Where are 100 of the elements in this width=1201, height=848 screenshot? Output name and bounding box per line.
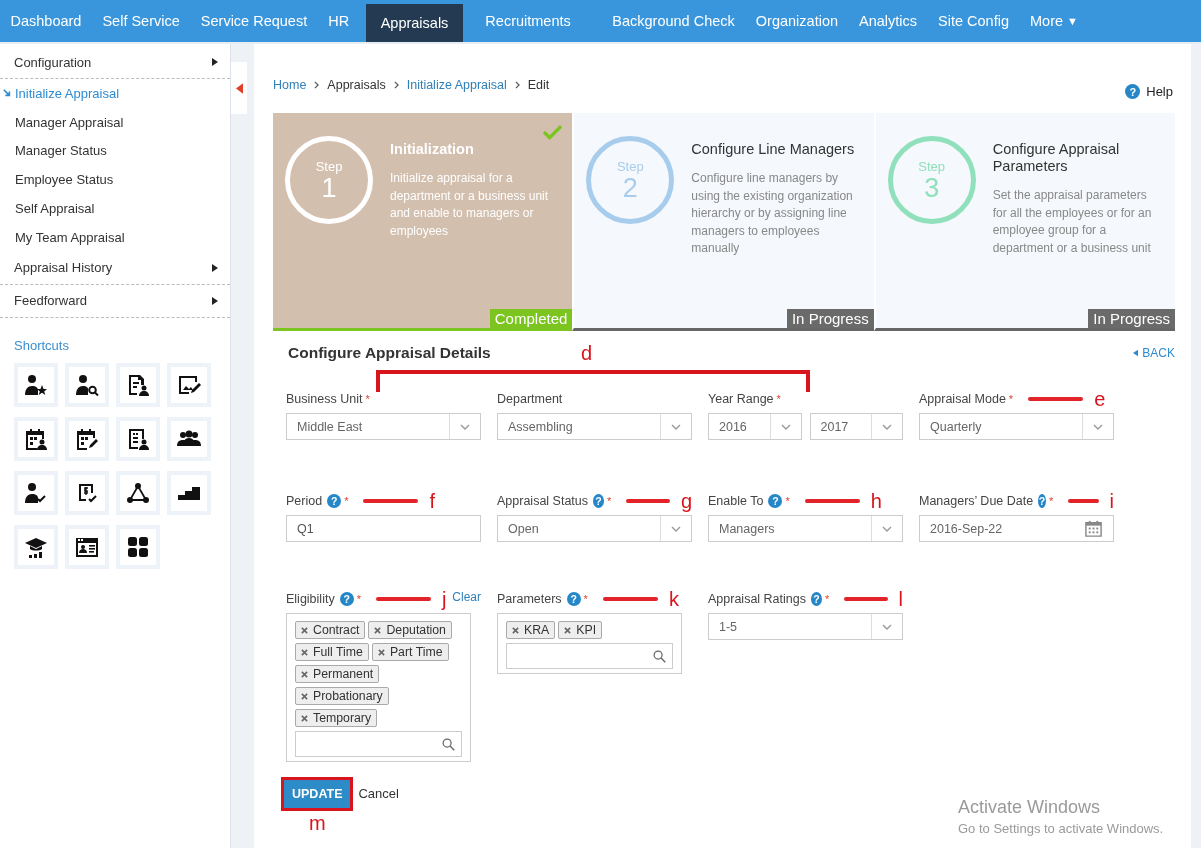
cancel-link[interactable]: Cancel xyxy=(358,786,399,801)
remove-icon[interactable] xyxy=(374,626,382,634)
sidebar-item[interactable]: Manager Appraisal xyxy=(0,107,230,137)
select-field[interactable]: Open xyxy=(497,515,692,542)
expand-arrow-icon xyxy=(212,263,218,272)
search-field[interactable] xyxy=(506,643,673,669)
shortcut-button[interactable] xyxy=(14,362,58,407)
remove-icon[interactable] xyxy=(512,626,519,634)
remove-icon[interactable] xyxy=(564,626,572,634)
remove-icon[interactable] xyxy=(301,648,308,656)
collapse-handle[interactable] xyxy=(231,62,247,114)
tag-chip[interactable]: Deputation xyxy=(368,621,452,639)
remove-icon[interactable] xyxy=(301,714,308,722)
required-mark: * xyxy=(344,495,349,507)
tag-chip[interactable]: Part Time xyxy=(371,643,449,661)
sidebar-item[interactable]: Employee Status xyxy=(0,165,230,195)
nav-tab[interactable]: Service Request xyxy=(190,0,318,42)
tag-chip[interactable]: Permanent xyxy=(295,665,380,683)
help-icon[interactable]: ? xyxy=(810,592,822,606)
nav-tab[interactable]: Site Config xyxy=(927,0,1020,42)
nav-tab[interactable]: More ▼ xyxy=(1019,0,1089,42)
clear-link[interactable]: Clear xyxy=(452,590,481,604)
remove-icon[interactable] xyxy=(301,670,308,678)
shortcut-button[interactable] xyxy=(65,362,109,407)
nav-tab[interactable]: Recruitments xyxy=(469,0,592,42)
nav-tab[interactable]: Analytics xyxy=(848,0,928,42)
shortcut-button[interactable] xyxy=(116,416,160,461)
shortcut-button[interactable] xyxy=(116,524,160,569)
required-mark: * xyxy=(583,593,588,605)
sidebar-item[interactable]: Manager Status xyxy=(0,136,230,166)
shortcut-button[interactable] xyxy=(14,524,58,569)
back-link[interactable]: BACK xyxy=(1133,346,1175,360)
date-field[interactable]: 2016-Sep-22 xyxy=(919,515,1114,542)
nav-tab[interactable]: HR xyxy=(317,0,360,42)
shortcut-button[interactable] xyxy=(167,470,211,515)
tag-chip[interactable]: KPI xyxy=(558,621,603,639)
nav-tab[interactable]: Background Check xyxy=(601,0,746,42)
annotation-label: d xyxy=(581,344,593,362)
multi-select-field[interactable]: Contract Deputation Full Time Part Time Permanent Probationary Temporary xyxy=(286,613,471,762)
update-button[interactable]: UPDATE xyxy=(284,780,351,808)
nav-tab[interactable]: Organization xyxy=(745,0,849,42)
expand-arrow-icon xyxy=(212,296,218,305)
help-icon[interactable]: ? xyxy=(1125,84,1141,99)
shortcut-button[interactable] xyxy=(116,362,160,407)
help-icon[interactable]: ? xyxy=(768,494,783,508)
step-title: Initialization xyxy=(390,141,475,158)
annotation-line xyxy=(626,499,670,503)
tag-chip[interactable]: Contract xyxy=(295,621,366,639)
help-icon[interactable]: ? xyxy=(1038,494,1046,508)
status-badge: Completed xyxy=(489,309,573,328)
help-icon[interactable]: ? xyxy=(327,494,342,508)
required-mark: * xyxy=(356,593,361,605)
help-icon[interactable]: ? xyxy=(593,494,605,508)
chevron-down-icon xyxy=(671,525,681,532)
expand-arrow-icon xyxy=(212,58,218,66)
nav-tab[interactable]: Self Service xyxy=(91,0,191,42)
help-icon[interactable]: ? xyxy=(566,592,581,606)
tag-chip[interactable]: Probationary xyxy=(295,687,389,705)
shortcut-button[interactable] xyxy=(65,470,109,515)
shortcut-button[interactable] xyxy=(167,362,211,407)
shortcut-button[interactable] xyxy=(65,524,109,569)
shortcut-button[interactable] xyxy=(116,470,160,515)
multi-select-field[interactable]: KRA KPI xyxy=(497,613,682,674)
remove-icon[interactable] xyxy=(377,648,385,656)
select-field[interactable]: Quarterly xyxy=(919,413,1114,440)
select-field[interactable]: 2016 xyxy=(708,413,802,440)
help-icon[interactable]: ? xyxy=(339,592,354,606)
nav-tab[interactable]: Appraisals xyxy=(365,4,464,42)
network-icon xyxy=(126,480,150,505)
breadcrumb-link[interactable]: Initialize Appraisal xyxy=(406,78,507,92)
select-field[interactable]: 2017 xyxy=(809,413,903,440)
annotation-line xyxy=(375,597,431,601)
annotation-label: e xyxy=(1094,390,1106,408)
field-label: Appraisal Status xyxy=(497,494,589,508)
shortcut-button[interactable] xyxy=(65,416,109,461)
help-link[interactable]: Help xyxy=(1146,84,1173,99)
remove-icon[interactable] xyxy=(301,626,308,634)
search-field[interactable] xyxy=(295,731,462,757)
nav-tab[interactable]: Dashboard xyxy=(0,0,92,42)
status-badge: In Progress xyxy=(1088,309,1175,328)
tag-chip[interactable]: Temporary xyxy=(295,709,378,727)
select-field[interactable]: 1-5 xyxy=(708,613,903,640)
sidebar-item[interactable]: Self Appraisal xyxy=(0,194,230,223)
shortcut-button[interactable] xyxy=(167,416,211,461)
tag-chip[interactable]: KRA xyxy=(506,621,556,639)
search-icon xyxy=(442,737,455,751)
remove-icon[interactable] xyxy=(301,692,308,700)
select-field[interactable]: Managers xyxy=(708,515,903,542)
sidebar-item[interactable]: My Team Appraisal xyxy=(0,223,230,252)
shortcut-button[interactable] xyxy=(14,470,58,515)
tag-chip[interactable]: Full Time xyxy=(295,643,369,661)
sidebar-item[interactable]: Initialize Appraisal xyxy=(0,79,230,108)
text-field[interactable]: Q1 xyxy=(286,515,481,542)
chevron-down-icon xyxy=(882,423,892,430)
shortcut-button[interactable] xyxy=(14,416,58,461)
required-mark: * xyxy=(825,593,830,605)
arrow-icon xyxy=(3,89,11,98)
select-field[interactable]: Assembling xyxy=(497,413,692,440)
breadcrumb-link[interactable]: Home xyxy=(273,78,307,92)
select-field[interactable]: Middle East xyxy=(286,413,481,440)
